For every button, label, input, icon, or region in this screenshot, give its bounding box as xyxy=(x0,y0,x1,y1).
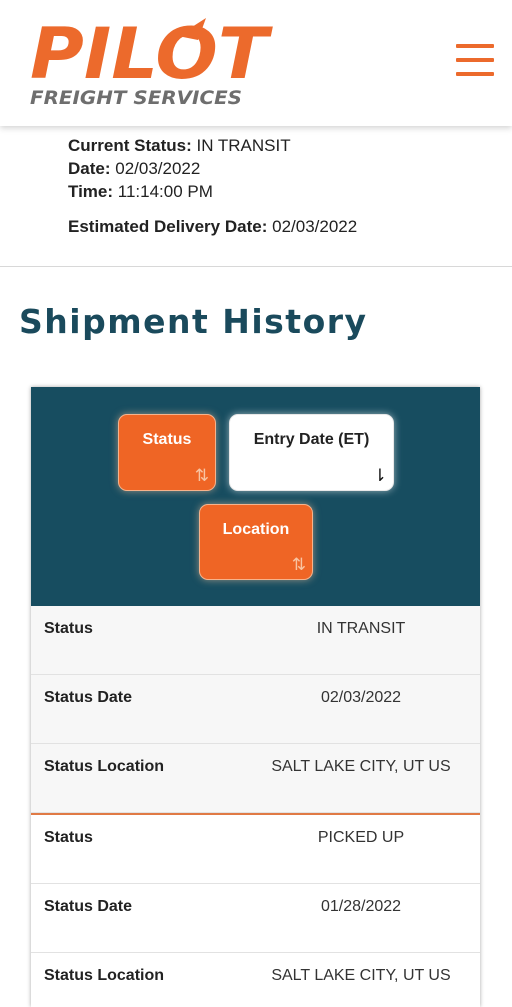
pilot-logo[interactable]: PILOT FREIGHT SERVICES xyxy=(28,14,288,108)
sort-by-status-label: Status xyxy=(142,431,192,448)
hamburger-menu-icon[interactable] xyxy=(456,44,494,78)
row-label: Status Location xyxy=(44,967,165,984)
current-status-block: Current Status: IN TRANSIT Date: 02/03/2… xyxy=(68,134,357,238)
record-row-status-date: Status Date 02/03/2022 xyxy=(31,675,480,744)
estimated-delivery-value: 02/03/2022 xyxy=(272,217,358,236)
sort-panel: Status ⇅ Entry Date (ET) ⇂ Location ⇅ xyxy=(31,387,480,606)
current-time-value: 11:14:00 PM xyxy=(117,182,213,201)
row-label: Status Date xyxy=(44,898,133,915)
row-value: SALT LAKE CITY, UT US xyxy=(271,758,451,775)
record-row-status-location: Status Location SALT LAKE CITY, UT US xyxy=(31,744,480,813)
row-value: IN TRANSIT xyxy=(316,620,406,637)
row-label: Status xyxy=(44,829,93,846)
current-date-row: Date: 02/03/2022 xyxy=(68,157,357,180)
sort-by-location-button[interactable]: Location ⇅ xyxy=(199,504,313,580)
site-header: PILOT FREIGHT SERVICES xyxy=(0,0,512,126)
sort-by-entry-date-button[interactable]: Entry Date (ET) ⇂ xyxy=(229,414,394,491)
logo-wordmark: PILOT xyxy=(30,14,274,95)
row-label: Status Date xyxy=(44,689,133,706)
menu-bar xyxy=(456,44,494,48)
sort-by-status-button[interactable]: Status ⇅ xyxy=(118,414,216,491)
current-date-label: Date: xyxy=(68,159,111,178)
section-divider xyxy=(0,266,512,267)
shipment-history-title: Shipment History xyxy=(19,302,368,341)
row-label: Status xyxy=(44,620,93,637)
estimated-delivery-row: Estimated Delivery Date: 02/03/2022 xyxy=(68,215,357,238)
history-record: Status IN TRANSIT Status Date 02/03/2022… xyxy=(31,606,480,813)
record-row-status: Status IN TRANSIT xyxy=(31,606,480,675)
sort-by-location-label: Location xyxy=(222,521,290,538)
row-value: 01/28/2022 xyxy=(320,898,402,915)
shipment-history-table: Status ⇅ Entry Date (ET) ⇂ Location ⇅ St… xyxy=(31,387,480,1007)
row-value: PICKED UP xyxy=(317,829,405,846)
menu-bar xyxy=(456,58,494,62)
current-status-value: IN TRANSIT xyxy=(196,136,291,155)
record-row-status-location: Status Location SALT LAKE CITY, UT US xyxy=(31,953,480,1007)
row-value: SALT LAKE CITY, UT US xyxy=(271,967,451,984)
current-status-label: Current Status: xyxy=(68,136,192,155)
row-value: 02/03/2022 xyxy=(320,689,402,706)
sort-arrows-icon: ⇅ xyxy=(291,555,306,575)
current-status-row: Current Status: IN TRANSIT xyxy=(68,134,357,157)
record-row-status: Status PICKED UP xyxy=(31,815,480,884)
sort-by-entry-date-label: Entry Date (ET) xyxy=(253,431,370,448)
current-date-value: 02/03/2022 xyxy=(115,159,201,178)
logo-tagline: FREIGHT SERVICES xyxy=(30,87,242,108)
sort-descending-icon: ⇂ xyxy=(372,466,387,486)
history-record: Status PICKED UP Status Date 01/28/2022 … xyxy=(31,815,480,1007)
sort-arrows-icon: ⇅ xyxy=(194,466,209,486)
current-time-label: Time: xyxy=(68,182,114,201)
menu-bar xyxy=(456,72,494,76)
record-row-status-date: Status Date 01/28/2022 xyxy=(31,884,480,953)
row-label: Status Location xyxy=(44,758,165,775)
estimated-delivery-label: Estimated Delivery Date: xyxy=(68,217,268,236)
current-time-row: Time: 11:14:00 PM xyxy=(68,180,357,203)
